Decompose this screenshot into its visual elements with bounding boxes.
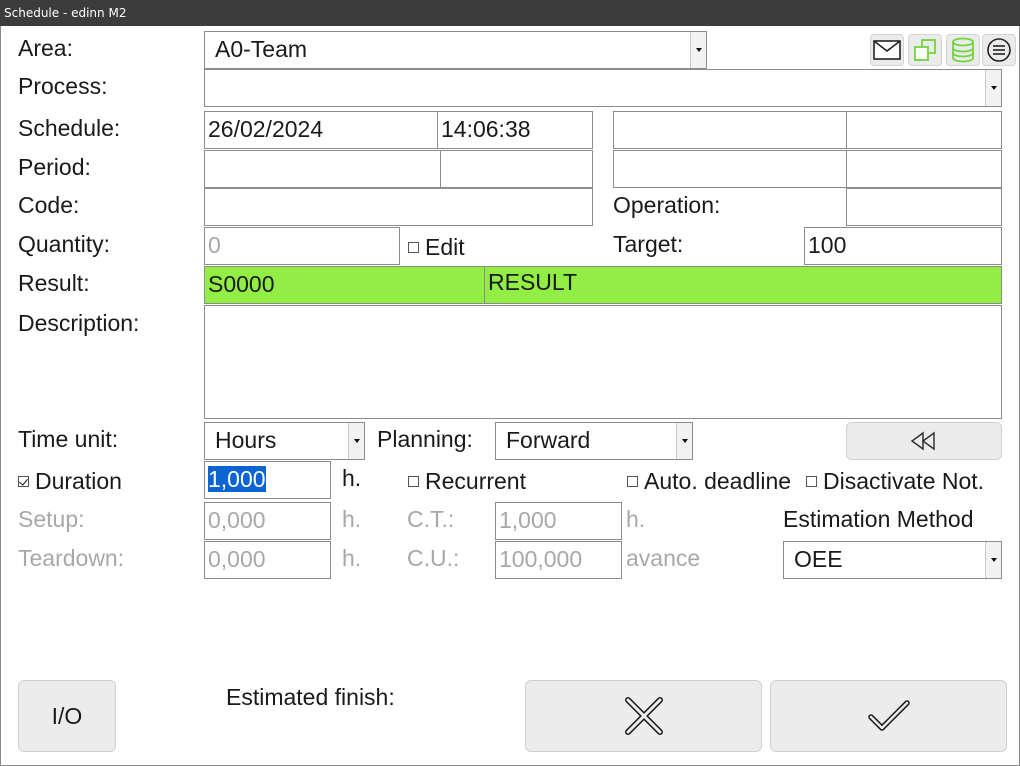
database-button[interactable] — [946, 34, 980, 66]
description-textarea[interactable] — [204, 305, 1002, 419]
mail-button[interactable] — [870, 34, 904, 66]
teardown-field[interactable]: 0,000 — [204, 541, 331, 579]
checkbox-box-icon — [408, 241, 419, 253]
checkbox-checked-icon — [18, 475, 29, 487]
rewind-button[interactable] — [846, 422, 1002, 460]
chevron-down-icon[interactable] — [985, 542, 1001, 578]
period-label: Period: — [18, 154, 91, 180]
cancel-button[interactable] — [525, 680, 762, 752]
auto-deadline-label: Auto. deadline — [644, 468, 792, 494]
disactivate-not-checkbox[interactable]: Disactivate Not. — [806, 468, 984, 494]
quantity-label: Quantity: — [18, 231, 111, 257]
duration-label: Duration — [35, 468, 122, 494]
ct-field[interactable]: 1,000 — [495, 502, 622, 540]
duration-unit: h. — [342, 465, 362, 491]
copy-button[interactable] — [908, 34, 942, 66]
io-button[interactable]: I/O — [18, 680, 116, 752]
teardown-label: Teardown: — [18, 545, 125, 571]
auto-deadline-checkbox[interactable]: Auto. deadline — [627, 468, 791, 494]
schedule-time-field[interactable]: 14:06:38 — [437, 111, 593, 149]
chevron-down-icon[interactable] — [348, 423, 364, 459]
duration-value: 1,000 — [208, 466, 266, 492]
period-end-field[interactable] — [440, 150, 593, 188]
area-select[interactable]: A0-Team — [204, 31, 707, 69]
edit-label: Edit — [425, 234, 465, 260]
planning-value: Forward — [506, 427, 591, 453]
result-code-field: S0000 — [204, 266, 485, 304]
schedule-extra-field-1[interactable] — [613, 111, 847, 149]
setup-label: Setup: — [18, 506, 85, 532]
recurrent-label: Recurrent — [425, 468, 526, 494]
check-icon — [867, 700, 910, 731]
area-label: Area: — [18, 35, 73, 61]
io-button-label: I/O — [51, 702, 83, 729]
confirm-button[interactable] — [770, 680, 1007, 752]
database-icon — [952, 37, 974, 63]
window-title: Schedule - edinn M2 — [0, 0, 1020, 26]
cu-field[interactable]: 100,000 — [495, 541, 622, 579]
time-unit-select[interactable]: Hours — [204, 422, 365, 460]
menu-icon — [987, 38, 1011, 62]
process-label: Process: — [18, 73, 108, 99]
close-icon — [624, 697, 663, 735]
period-extra-field-1[interactable] — [613, 150, 847, 188]
chevron-down-icon[interactable] — [985, 70, 1001, 106]
period-start-field[interactable] — [204, 150, 441, 188]
setup-unit: h. — [342, 506, 362, 532]
period-extra-field-2[interactable] — [846, 150, 1002, 188]
process-select[interactable] — [204, 69, 1002, 107]
chevron-down-icon[interactable] — [690, 32, 706, 68]
duration-field[interactable]: 1,000 — [204, 461, 331, 499]
schedule-label: Schedule: — [18, 115, 121, 141]
quantity-field[interactable]: 0 — [204, 227, 400, 265]
teardown-unit: h. — [342, 545, 362, 571]
area-value: A0-Team — [215, 36, 308, 62]
checkbox-box-icon — [408, 475, 419, 487]
planning-label: Planning: — [377, 426, 473, 452]
result-label: Result: — [18, 270, 90, 296]
code-label: Code: — [18, 192, 80, 218]
copy-icon — [914, 39, 936, 61]
estimation-method-value: OEE — [794, 546, 843, 572]
ct-label: C.T.: — [407, 506, 455, 532]
rewind-icon — [910, 431, 935, 451]
recurrent-checkbox[interactable]: Recurrent — [408, 468, 526, 494]
time-unit-label: Time unit: — [18, 426, 119, 452]
chevron-down-icon[interactable] — [676, 423, 692, 459]
checkbox-box-icon — [806, 475, 817, 487]
setup-field[interactable]: 0,000 — [204, 502, 331, 540]
target-field[interactable]: 100 — [804, 227, 1002, 265]
ct-unit: h. — [626, 506, 646, 532]
operation-label: Operation: — [613, 192, 721, 218]
operation-field[interactable] — [846, 188, 1002, 226]
code-field[interactable] — [204, 188, 593, 226]
estimation-method-label: Estimation Method — [783, 506, 974, 532]
estimation-method-select[interactable]: OEE — [783, 541, 1002, 579]
result-text-field: RESULT — [484, 266, 1002, 304]
description-label: Description: — [18, 310, 140, 336]
menu-button[interactable] — [982, 34, 1016, 66]
planning-select[interactable]: Forward — [495, 422, 693, 460]
schedule-extra-field-2[interactable] — [846, 111, 1002, 149]
time-unit-value: Hours — [215, 427, 277, 453]
mail-icon — [873, 40, 901, 60]
schedule-date-field[interactable]: 26/02/2024 — [204, 111, 438, 149]
cu-unit: avance — [626, 545, 701, 571]
checkbox-box-icon — [627, 475, 638, 487]
disactivate-not-label: Disactivate Not. — [823, 468, 985, 494]
edit-checkbox[interactable]: Edit — [408, 234, 465, 260]
duration-checkbox[interactable]: Duration — [18, 468, 122, 494]
estimated-finish-label: Estimated finish: — [226, 684, 395, 710]
target-label: Target: — [613, 231, 684, 257]
cu-label: C.U.: — [407, 545, 460, 571]
